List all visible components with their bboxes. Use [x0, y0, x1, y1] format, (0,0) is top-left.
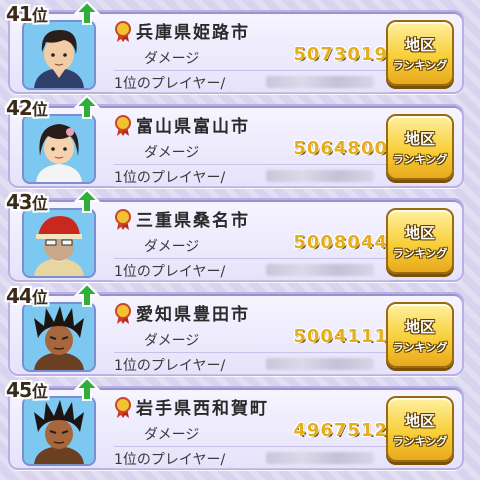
top-player-label: 1位のプレイヤー/ — [114, 452, 226, 468]
spiky-hair-boy-icon — [22, 302, 96, 372]
area-ranking-button-line2: ランキング — [392, 434, 448, 448]
damage-row: ダメージ 4967512 — [114, 420, 390, 447]
blurred-player-name — [266, 264, 374, 276]
ranking-row: 43位 三重県桑名市 ダメージ 5008044 1位のプレイヤー/ 地区 ランキ… — [6, 188, 464, 282]
top-player-row: 1位のプレイヤー/ — [114, 166, 390, 187]
ribbon-badge-icon — [115, 303, 131, 324]
damage-label: ダメージ — [144, 239, 200, 255]
rank-up-arrow-icon — [74, 282, 100, 307]
blurred-player-name — [266, 170, 374, 182]
area-ranking-button[interactable]: 地区 ランキング — [386, 396, 454, 462]
ribbon-badge-icon — [115, 397, 131, 418]
top-player-label: 1位のプレイヤー/ — [114, 358, 226, 374]
area-name: 岩手県西和賀町 — [136, 399, 269, 419]
top-player-label: 1位のプレイヤー/ — [114, 170, 226, 186]
blurred-player-name — [266, 76, 374, 88]
ribbon-badge-icon — [115, 21, 131, 42]
damage-value: 5073019 — [293, 44, 388, 65]
area-name: 兵庫県姫路市 — [136, 23, 250, 43]
ranking-row: 42位 富山県富山市 ダメージ 5064800 1位のプレイヤー/ 地区 ランキ… — [6, 94, 464, 188]
damage-row: ダメージ 5064800 — [114, 138, 390, 165]
spiky-hair-boy-icon — [22, 396, 96, 466]
rank-label: 45位 — [6, 378, 48, 402]
area-name: 富山県富山市 — [136, 117, 250, 137]
ranking-list: 41位 兵庫県姫路市 ダメージ 5073019 1位のプレイヤー/ 地区 ランキ… — [0, 0, 480, 480]
boy-dark-hair-icon — [22, 20, 96, 90]
rank-up-arrow-icon — [74, 0, 100, 25]
top-player-row: 1位のプレイヤー/ — [114, 72, 390, 93]
damage-label: ダメージ — [144, 51, 200, 67]
damage-value: 5064800 — [293, 138, 388, 159]
damage-label: ダメージ — [144, 145, 200, 161]
area-name: 三重県桑名市 — [136, 211, 250, 231]
damage-value: 4967512 — [293, 420, 388, 441]
area-ranking-button[interactable]: 地区 ランキング — [386, 20, 454, 86]
area-ranking-button-line1: 地区 — [404, 411, 435, 430]
ribbon-badge-icon — [115, 115, 131, 136]
area-ranking-button-line1: 地区 — [404, 223, 435, 242]
area-ranking-button[interactable]: 地区 ランキング — [386, 302, 454, 368]
top-player-label: 1位のプレイヤー/ — [114, 76, 226, 92]
old-man-red-cap-icon — [22, 208, 96, 278]
area-ranking-button-line1: 地区 — [404, 35, 435, 54]
blurred-player-name — [266, 452, 374, 464]
damage-row: ダメージ 5008044 — [114, 232, 390, 259]
top-player-row: 1位のプレイヤー/ — [114, 354, 390, 375]
area-ranking-button-line2: ランキング — [392, 152, 448, 166]
rank-label: 41位 — [6, 2, 48, 26]
top-player-row: 1位のプレイヤー/ — [114, 260, 390, 281]
rank-label: 43位 — [6, 190, 48, 214]
area-ranking-button-line1: 地区 — [404, 317, 435, 336]
area-ranking-button-line2: ランキング — [392, 58, 448, 72]
top-player-label: 1位のプレイヤー/ — [114, 264, 226, 280]
ranking-row: 44位 愛知県豊田市 ダメージ 5004111 1位のプレイヤー/ 地区 ランキ… — [6, 282, 464, 376]
damage-label: ダメージ — [144, 333, 200, 349]
damage-row: ダメージ 5004111 — [114, 326, 390, 353]
rank-label: 44位 — [6, 284, 48, 308]
area-ranking-button-line2: ランキング — [392, 340, 448, 354]
ranking-row: 45位 岩手県西和賀町 ダメージ 4967512 1位のプレイヤー/ 地区 ラン… — [6, 376, 464, 470]
damage-row: ダメージ 5073019 — [114, 44, 390, 71]
rank-up-arrow-icon — [74, 376, 100, 401]
girl-bob-hair-icon — [22, 114, 96, 184]
ranking-row: 41位 兵庫県姫路市 ダメージ 5073019 1位のプレイヤー/ 地区 ランキ… — [6, 0, 464, 94]
area-ranking-button-line2: ランキング — [392, 246, 448, 260]
rank-up-arrow-icon — [74, 188, 100, 213]
area-name: 愛知県豊田市 — [136, 305, 250, 325]
top-player-row: 1位のプレイヤー/ — [114, 448, 390, 469]
ribbon-badge-icon — [115, 209, 131, 230]
damage-label: ダメージ — [144, 427, 200, 443]
area-ranking-button[interactable]: 地区 ランキング — [386, 208, 454, 274]
area-ranking-button-line1: 地区 — [404, 129, 435, 148]
rank-up-arrow-icon — [74, 94, 100, 119]
blurred-player-name — [266, 358, 374, 370]
damage-value: 5004111 — [293, 326, 388, 347]
area-ranking-button[interactable]: 地区 ランキング — [386, 114, 454, 180]
rank-label: 42位 — [6, 96, 48, 120]
damage-value: 5008044 — [293, 232, 388, 253]
